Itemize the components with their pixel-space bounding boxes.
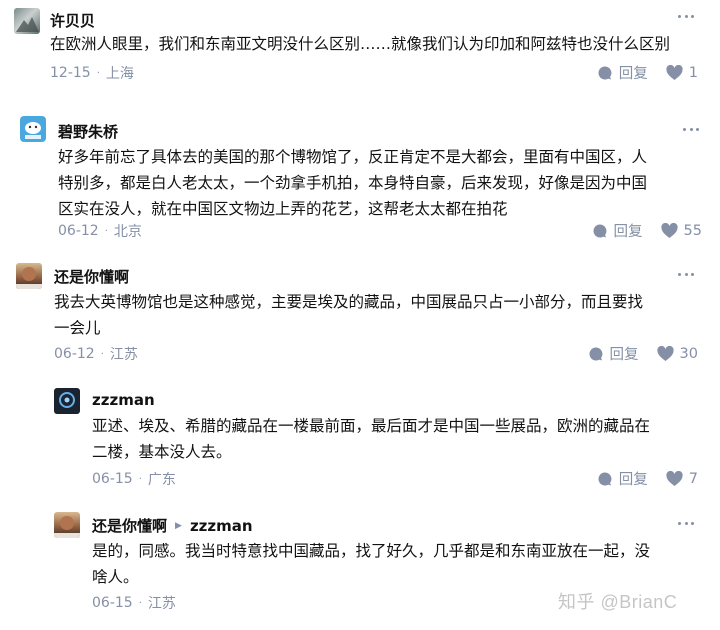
comment-meta: 06-15 · 广东 bbox=[92, 469, 176, 489]
reply-button[interactable]: 回复 bbox=[597, 468, 648, 489]
comment-text: 好多年前忘了具体去的美国的那个博物馆了，反正肯定不是大都会，里面有中国区，人 特… bbox=[58, 148, 648, 218]
reply-label: 回复 bbox=[618, 66, 648, 82]
like-count: 55 bbox=[683, 222, 702, 239]
heart-icon bbox=[656, 345, 674, 362]
comment-location: 上海 bbox=[105, 66, 134, 82]
comment-text: 在欧洲人眼里，我们和东南亚文明没什么区别……就像我们认为印加和阿兹特也没什么区别 bbox=[50, 35, 671, 53]
comment-text: 我去大英博物馆也是这种感觉，主要是埃及的藏品，中国展品只占一小部分，而且要找 一… bbox=[54, 293, 644, 337]
reply-icon bbox=[592, 223, 608, 239]
comment-date: 12-15 bbox=[50, 65, 91, 81]
watermark: 知乎 @BrianC bbox=[558, 592, 678, 612]
reply-icon bbox=[588, 346, 604, 362]
meta-separator: · bbox=[104, 225, 108, 237]
comment-date: 06-15 bbox=[92, 471, 133, 487]
reply-icon bbox=[597, 65, 613, 81]
comment-location: 江苏 bbox=[109, 347, 138, 363]
avatar[interactable] bbox=[54, 512, 80, 538]
meta-separator: · bbox=[96, 67, 100, 79]
comment-date: 06-12 bbox=[54, 346, 95, 362]
comment-text: 是的，同感。我当时特意找中国藏品，找了好久，几乎都是和东南亚放在一起，没 啥人。 bbox=[92, 542, 651, 586]
avatar[interactable] bbox=[54, 388, 80, 414]
reply-label: 回复 bbox=[613, 224, 643, 240]
author-name[interactable]: zzzman bbox=[92, 391, 155, 409]
reply-button[interactable]: 回复 bbox=[597, 62, 648, 83]
comment-date: 06-15 bbox=[92, 595, 133, 611]
comment-location: 北京 bbox=[113, 224, 142, 240]
comment-meta: 06-15 · 江苏 bbox=[92, 593, 176, 613]
avatar[interactable] bbox=[20, 116, 46, 142]
reply-icon bbox=[597, 471, 613, 487]
heart-icon bbox=[666, 64, 683, 81]
comment-text: 亚述、埃及、希腊的藏品在一楼最前面，最后面才是中国一些展品，欧洲的藏品在 二楼，… bbox=[92, 417, 651, 461]
author-name[interactable]: 还是你懂啊 bbox=[92, 515, 167, 536]
like-button[interactable]: 55 bbox=[660, 222, 702, 239]
author-name[interactable]: 许贝贝 bbox=[50, 10, 95, 31]
reply-to-name[interactable]: zzzman bbox=[190, 517, 253, 535]
reply-label: 回复 bbox=[609, 347, 639, 363]
reply-label: 回复 bbox=[618, 472, 648, 488]
avatar[interactable] bbox=[16, 263, 42, 289]
more-options-icon[interactable] bbox=[678, 271, 694, 277]
like-count: 30 bbox=[679, 345, 698, 362]
meta-separator: · bbox=[100, 348, 104, 360]
comment-meta: 06-12 · 江苏 bbox=[54, 344, 138, 364]
meta-separator: · bbox=[138, 473, 142, 485]
more-options-icon[interactable] bbox=[683, 126, 699, 132]
reply-button[interactable]: 回复 bbox=[592, 220, 643, 241]
comment-location: 广东 bbox=[147, 472, 176, 488]
comment-meta: 06-12 · 北京 bbox=[58, 221, 142, 241]
reply-button[interactable]: 回复 bbox=[588, 343, 639, 364]
heart-icon bbox=[666, 470, 683, 487]
avatar[interactable] bbox=[14, 8, 40, 34]
author-name[interactable]: 还是你懂啊 bbox=[54, 266, 129, 287]
like-button[interactable]: 7 bbox=[666, 470, 698, 487]
comment-meta: 12-15 · 上海 bbox=[50, 63, 134, 83]
comment-location: 江苏 bbox=[147, 596, 176, 612]
meta-separator: · bbox=[138, 597, 142, 609]
author-name[interactable]: 碧野朱桥 bbox=[58, 121, 118, 142]
more-options-icon[interactable] bbox=[678, 520, 694, 526]
heart-icon bbox=[660, 222, 678, 239]
like-button[interactable]: 30 bbox=[656, 345, 698, 362]
like-count: 1 bbox=[688, 64, 698, 81]
like-button[interactable]: 1 bbox=[666, 64, 698, 81]
reply-to-arrow-icon: ▶ bbox=[175, 520, 182, 531]
more-options-icon[interactable] bbox=[678, 13, 694, 19]
like-count: 7 bbox=[688, 470, 698, 487]
comment-date: 06-12 bbox=[58, 223, 99, 239]
